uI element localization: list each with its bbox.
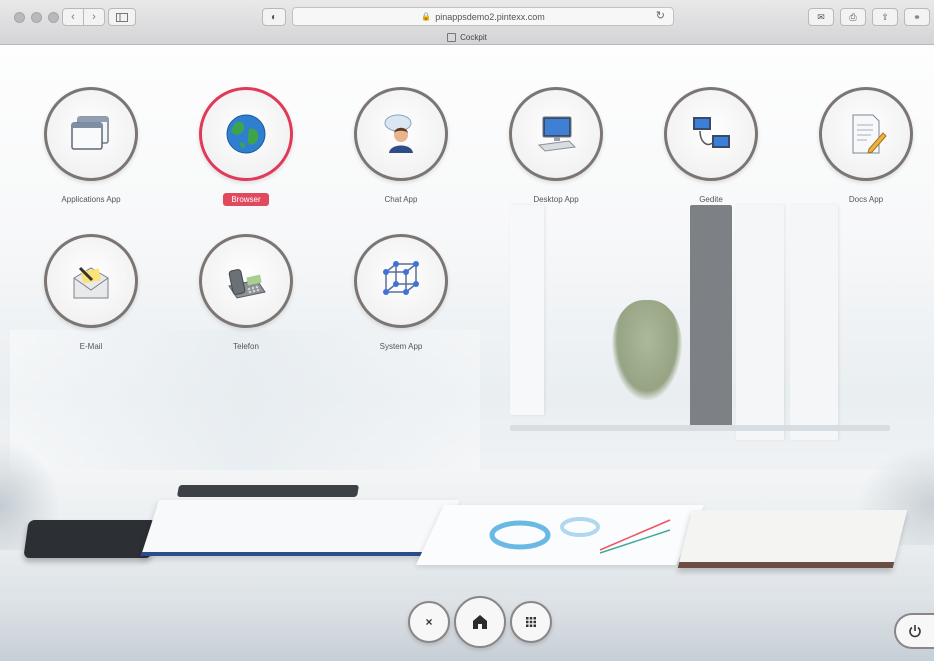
tablet bbox=[176, 485, 360, 497]
computer-icon bbox=[537, 116, 577, 152]
app-label: Gedite bbox=[699, 195, 723, 204]
app-icon-circle[interactable] bbox=[819, 87, 913, 181]
power-icon bbox=[909, 625, 921, 638]
lock-icon: 🔒 bbox=[421, 12, 432, 21]
tab-cockpit[interactable]: Cockpit bbox=[0, 30, 934, 44]
app-label: E-Mail bbox=[79, 342, 103, 351]
window-light bbox=[10, 330, 480, 480]
url-text: pinappsdemo2.pintexx.com bbox=[435, 11, 545, 22]
history-navigation: ‹ › bbox=[62, 8, 105, 26]
app-tile-gedite[interactable]: Gedite bbox=[651, 87, 771, 204]
app-label: Docs App bbox=[848, 195, 884, 204]
tab-title: Cockpit bbox=[460, 32, 487, 42]
zoom-window-button[interactable] bbox=[48, 12, 59, 23]
app-tile-system[interactable]: System App bbox=[341, 234, 461, 351]
mail-icon bbox=[73, 266, 109, 299]
chat-user-icon bbox=[384, 114, 413, 153]
power-button[interactable] bbox=[894, 613, 934, 649]
windows-icon bbox=[71, 116, 109, 150]
back-button[interactable]: ‹ bbox=[62, 8, 84, 26]
grid-icon bbox=[526, 617, 536, 627]
app-tile-browser[interactable]: Browser bbox=[186, 87, 306, 207]
chevron-right-icon: › bbox=[92, 11, 96, 23]
close-button[interactable]: × bbox=[408, 601, 450, 643]
cube-network-icon bbox=[383, 261, 419, 295]
app-icon-circle[interactable] bbox=[354, 234, 448, 328]
toolbar-buttons: ✉ ⎙ ⇧ ⚭ bbox=[808, 8, 930, 26]
calculator bbox=[23, 520, 157, 558]
close-icon: × bbox=[425, 615, 433, 629]
home-button[interactable] bbox=[454, 596, 506, 648]
clipboard-folder bbox=[140, 500, 460, 556]
app-tile-docs[interactable]: Docs App bbox=[806, 87, 926, 204]
browser-toolbar: ‹ › ◐ 🔒 pinappsdemo2.pintexx.com ↻ ✉ ⎙ ⇧… bbox=[0, 0, 934, 45]
address-bar[interactable]: 🔒 pinappsdemo2.pintexx.com ↻ bbox=[292, 7, 674, 26]
app-icon-circle[interactable] bbox=[44, 234, 138, 328]
reload-icon[interactable]: ↻ bbox=[656, 9, 665, 22]
network-computers-icon bbox=[693, 117, 730, 148]
minimize-window-button[interactable] bbox=[31, 12, 42, 23]
app-label: Desktop App bbox=[533, 195, 579, 204]
shield-icon: ◐ bbox=[270, 11, 278, 23]
app-label: System App bbox=[379, 342, 423, 351]
forward-button[interactable]: › bbox=[84, 8, 105, 26]
share-button[interactable]: ⇧ bbox=[872, 8, 898, 26]
privacy-button[interactable]: ◐ bbox=[262, 8, 286, 26]
app-label: Telefon bbox=[233, 342, 259, 351]
sidebar-icon bbox=[116, 12, 128, 22]
printer-icon: ⎙ bbox=[849, 11, 857, 22]
apps-grid-button[interactable] bbox=[510, 601, 552, 643]
plant bbox=[612, 300, 682, 400]
extension-button[interactable]: ⚭ bbox=[904, 8, 930, 26]
telephone-icon bbox=[228, 269, 266, 299]
tab-favicon-icon bbox=[447, 32, 457, 42]
window-controls bbox=[14, 12, 59, 23]
close-window-button[interactable] bbox=[14, 12, 25, 23]
notebook bbox=[677, 510, 908, 568]
app-tile-telefon[interactable]: Telefon bbox=[186, 234, 306, 351]
app-icon-circle[interactable] bbox=[664, 87, 758, 181]
app-icon-circle[interactable] bbox=[199, 87, 293, 181]
chart-papers bbox=[416, 505, 704, 565]
app-tile-email[interactable]: E-Mail bbox=[31, 234, 151, 351]
app-label-selected: Browser bbox=[223, 193, 269, 206]
shelf-binders bbox=[490, 205, 934, 455]
app-tile-desktop[interactable]: Desktop App bbox=[496, 87, 616, 204]
app-icon-circle[interactable] bbox=[354, 87, 448, 181]
home-icon bbox=[473, 615, 487, 629]
chevron-left-icon: ‹ bbox=[71, 11, 75, 23]
share-icon: ⇧ bbox=[881, 11, 889, 22]
app-label: Chat App bbox=[384, 195, 418, 204]
app-icon-circle[interactable] bbox=[509, 87, 603, 181]
app-icon-circle[interactable] bbox=[199, 234, 293, 328]
print-button[interactable]: ⎙ bbox=[840, 8, 866, 26]
extension-icon: ⚭ bbox=[913, 11, 921, 22]
envelope-icon: ✉ bbox=[817, 11, 825, 22]
app-tile-chat[interactable]: Chat App bbox=[341, 87, 461, 204]
globe-icon bbox=[226, 114, 266, 154]
sidebar-toggle-button[interactable] bbox=[108, 8, 136, 26]
app-tile-applications[interactable]: Applications App bbox=[31, 87, 151, 204]
mail-share-button[interactable]: ✉ bbox=[808, 8, 834, 26]
app-icon-circle[interactable] bbox=[44, 87, 138, 181]
app-label: Applications App bbox=[61, 195, 121, 204]
bottom-dock: × bbox=[408, 596, 552, 648]
document-pencil-icon bbox=[852, 114, 887, 154]
